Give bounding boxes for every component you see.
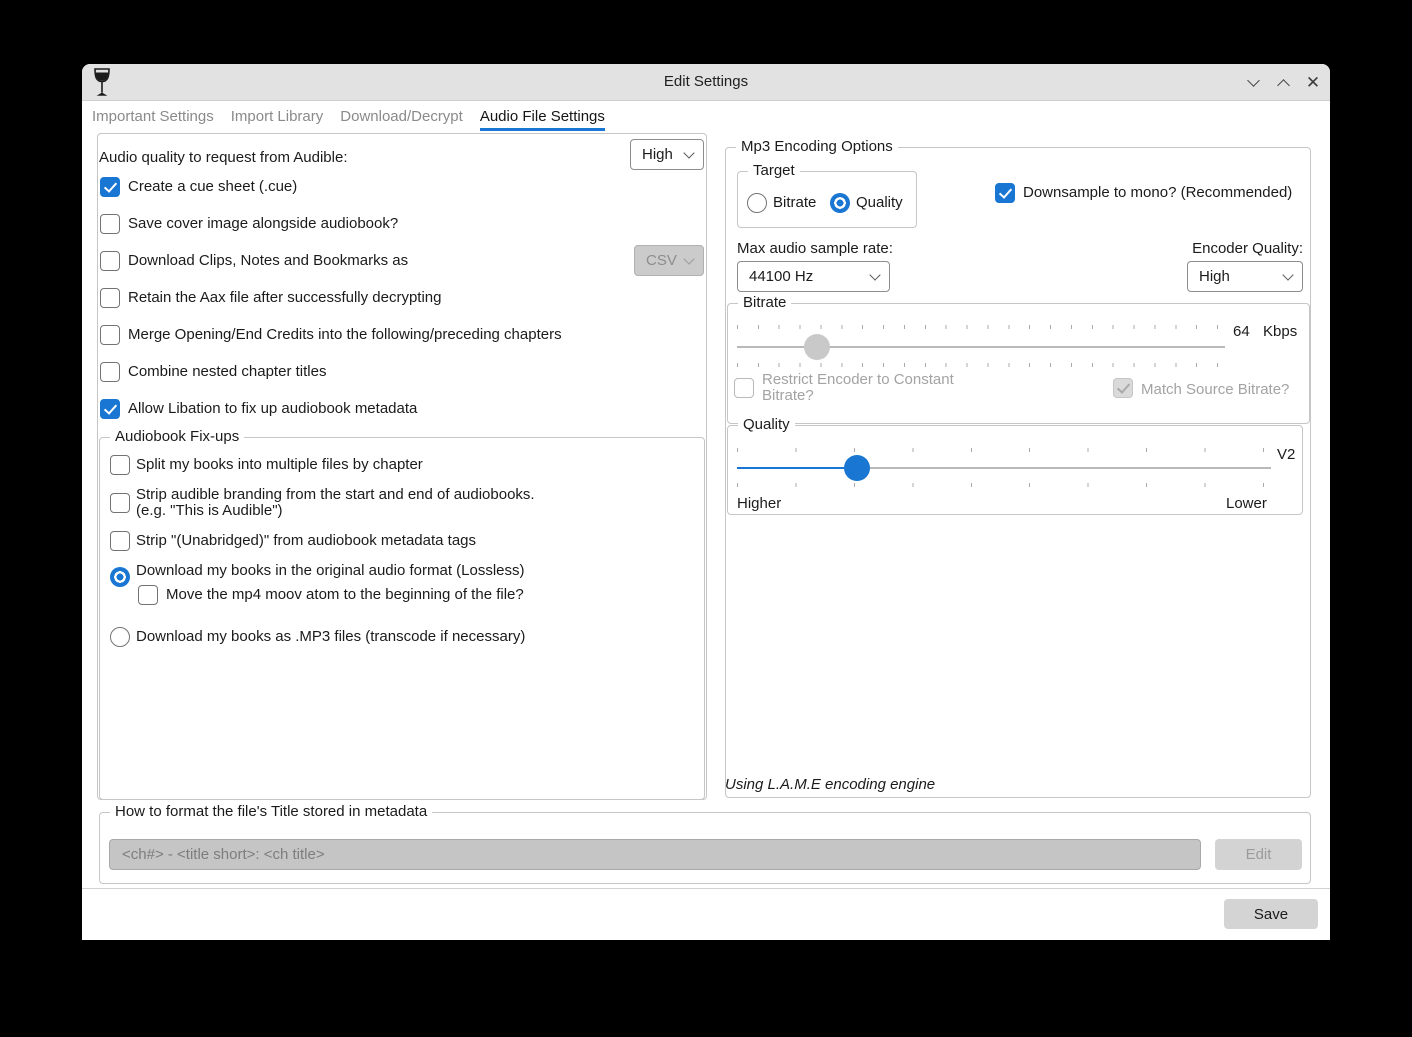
split-books-checkbox[interactable] — [110, 455, 130, 475]
strip-branding-checkbox[interactable] — [110, 493, 130, 513]
merge-credits-label: Merge Opening/End Credits into the follo… — [128, 325, 562, 345]
title-format-value: <ch#> - <title short>: <ch title> — [122, 846, 325, 863]
download-clips-checkbox[interactable] — [100, 251, 120, 271]
quality-slider-ticks-bottom — [737, 483, 1264, 487]
edit-settings-window: Edit Settings ✕ Important Settings Impor… — [82, 64, 1330, 940]
edit-button: Edit — [1215, 839, 1302, 870]
audio-quality-value: High — [642, 146, 673, 163]
window-title: Edit Settings — [82, 73, 1330, 90]
moov-atom-label: Move the mp4 moov atom to the beginning … — [166, 585, 524, 605]
tab-import-library[interactable]: Import Library — [231, 101, 324, 131]
quality-higher-label: Higher — [737, 494, 781, 514]
sample-rate-value: 44100 Hz — [749, 268, 813, 285]
bitrate-slider-ticks-bottom — [737, 363, 1218, 367]
create-cue-sheet-checkbox[interactable] — [100, 177, 120, 197]
quality-slider-ticks-top — [737, 448, 1264, 452]
restrict-cbr-checkbox — [734, 378, 754, 398]
quality-slider-fill — [737, 467, 857, 469]
create-cue-sheet-label: Create a cue sheet (.cue) — [128, 177, 297, 197]
fixup-metadata-checkbox[interactable] — [100, 399, 120, 419]
sample-rate-label: Max audio sample rate: — [737, 239, 893, 259]
lossless-format-label: Download my books in the original audio … — [136, 561, 525, 581]
downsample-mono-checkbox[interactable] — [995, 183, 1015, 203]
audio-quality-label: Audio quality to request from Audible: — [99, 148, 347, 168]
moov-atom-checkbox[interactable] — [138, 585, 158, 605]
chevron-down-icon — [1247, 74, 1260, 87]
maximize-button[interactable] — [1270, 64, 1296, 101]
strip-branding-label-line2: (e.g. "This is Audible") — [136, 503, 283, 519]
strip-unabridged-label: Strip "(Unabridged)" from audiobook meta… — [136, 531, 476, 551]
quality-slider-thumb[interactable] — [844, 455, 870, 481]
match-source-bitrate-checkbox — [1113, 378, 1133, 398]
audiobook-fixups-title: Audiobook Fix-ups — [110, 428, 244, 445]
mp3-format-label: Download my books as .MP3 files (transco… — [136, 627, 525, 647]
tab-audio-file-settings[interactable]: Audio File Settings — [480, 101, 605, 131]
tab-download-decrypt[interactable]: Download/Decrypt — [340, 101, 463, 131]
lossless-format-radio[interactable] — [110, 567, 130, 587]
chevron-down-icon — [869, 269, 880, 280]
split-books-label: Split my books into multiple files by ch… — [136, 455, 423, 475]
target-quality-radio[interactable] — [830, 193, 850, 213]
downsample-mono-label: Downsample to mono? (Recommended) — [1023, 183, 1292, 203]
chevron-down-icon — [683, 253, 694, 264]
tab-important-settings[interactable]: Important Settings — [92, 101, 214, 131]
combine-chapters-checkbox[interactable] — [100, 362, 120, 382]
combine-chapters-label: Combine nested chapter titles — [128, 362, 326, 382]
quality-group: Quality — [727, 425, 1303, 515]
save-cover-checkbox[interactable] — [100, 214, 120, 234]
footer-divider — [82, 888, 1330, 889]
close-button[interactable]: ✕ — [1300, 64, 1326, 101]
save-button[interactable]: Save — [1224, 899, 1318, 929]
quality-group-title: Quality — [738, 416, 795, 433]
chevron-down-icon — [1282, 269, 1293, 280]
tab-bar: Important Settings Import Library Downlo… — [92, 101, 605, 131]
match-source-bitrate-label: Match Source Bitrate? — [1141, 380, 1289, 400]
chevron-up-icon — [1277, 79, 1290, 92]
bitrate-slider-ticks-top — [737, 325, 1218, 329]
download-clips-label: Download Clips, Notes and Bookmarks as — [128, 251, 408, 271]
save-cover-label: Save cover image alongside audiobook? — [128, 214, 398, 234]
minimize-button[interactable] — [1240, 64, 1266, 101]
mp3-format-radio[interactable] — [110, 627, 130, 647]
target-group-title: Target — [748, 162, 800, 179]
encoding-engine-note: Using L.A.M.E encoding engine — [725, 775, 935, 795]
titlebar: Edit Settings ✕ — [82, 64, 1330, 101]
retain-aax-checkbox[interactable] — [100, 288, 120, 308]
mp3-encoding-options-title: Mp3 Encoding Options — [736, 138, 898, 155]
merge-credits-checkbox[interactable] — [100, 325, 120, 345]
strip-unabridged-checkbox[interactable] — [110, 531, 130, 551]
strip-branding-label-line1: Strip audible branding from the start an… — [136, 487, 535, 503]
bitrate-unit: Kbps — [1263, 322, 1297, 342]
restrict-cbr-label: Restrict Encoder to Constant Bitrate? — [762, 372, 977, 404]
bitrate-group-title: Bitrate — [738, 294, 791, 311]
clips-format-dropdown: CSV — [634, 245, 704, 276]
retain-aax-label: Retain the Aax file after successfully d… — [128, 288, 442, 308]
sample-rate-dropdown[interactable]: 44100 Hz — [737, 261, 890, 292]
chevron-down-icon — [683, 147, 694, 158]
bitrate-slider-thumb — [804, 334, 830, 360]
encoder-quality-value: High — [1199, 268, 1230, 285]
encoder-quality-dropdown[interactable]: High — [1187, 261, 1303, 292]
encoder-quality-label: Encoder Quality: — [1192, 239, 1303, 259]
audio-quality-dropdown[interactable]: High — [630, 139, 704, 170]
title-format-input: <ch#> - <title short>: <ch title> — [109, 839, 1201, 870]
fixup-metadata-label: Allow Libation to fix up audiobook metad… — [128, 399, 417, 419]
target-quality-label: Quality — [856, 193, 903, 213]
clips-format-value: CSV — [646, 252, 677, 269]
bitrate-value: 64 — [1233, 322, 1250, 342]
target-bitrate-radio[interactable] — [747, 193, 767, 213]
quality-lower-label: Lower — [1226, 494, 1267, 514]
title-format-group-title: How to format the file's Title stored in… — [110, 803, 432, 820]
close-icon: ✕ — [1306, 74, 1320, 91]
target-bitrate-label: Bitrate — [773, 193, 816, 213]
quality-value: V2 — [1277, 445, 1295, 465]
